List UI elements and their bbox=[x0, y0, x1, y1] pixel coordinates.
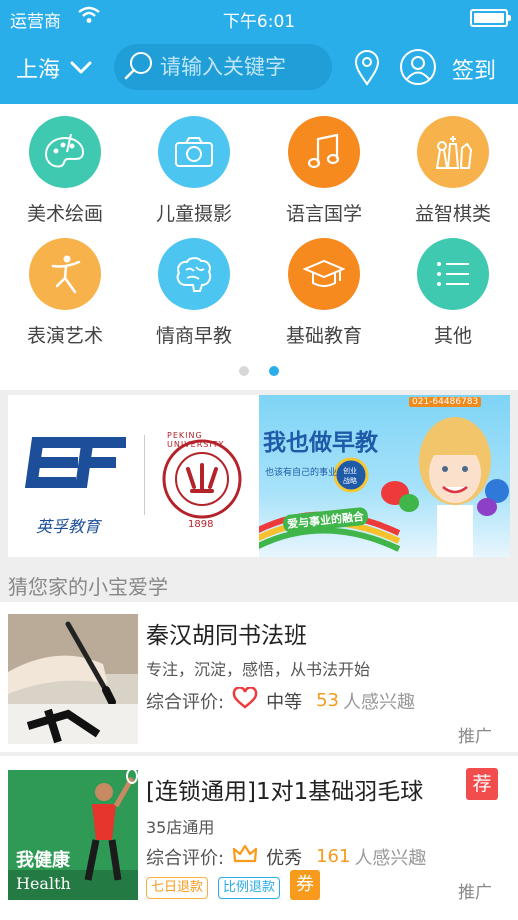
ef-caption: 英孚教育 bbox=[36, 517, 101, 536]
banner-ef-pku[interactable]: 英孚教育 PEKING UNIVERSITY 1898 bbox=[8, 395, 258, 557]
page-indicator bbox=[0, 366, 518, 376]
promo-label: 推广 bbox=[458, 883, 492, 903]
listing-title: 秦汉胡同书法班 bbox=[146, 623, 307, 649]
section-title: 猜您家的小宝爱学 bbox=[8, 575, 168, 599]
page-dot[interactable] bbox=[239, 366, 249, 376]
banner-carousel: 英孚教育 PEKING UNIVERSITY 1898 021-64486783 bbox=[8, 395, 510, 557]
interest-text: 人感兴趣 bbox=[354, 847, 427, 869]
thumb-subtext: Health bbox=[16, 874, 71, 893]
category-label: 美术绘画 bbox=[26, 203, 103, 225]
listing-rating: 综合评价: 中等 53 人感兴趣 bbox=[146, 686, 415, 714]
category-label: 情商早教 bbox=[155, 325, 232, 347]
search-bar[interactable] bbox=[114, 44, 332, 90]
status-bar: 运营商 下午6:01 bbox=[0, 0, 518, 34]
listing-card[interactable]: 我健康 Health [连锁通用]1对1基础羽毛球 荐 35店通用 综合评价: … bbox=[0, 756, 518, 920]
refund-tag-seven-day: 七日退款 bbox=[146, 877, 209, 899]
category-label: 基础教育 bbox=[285, 325, 362, 347]
music-note-icon bbox=[288, 116, 360, 188]
badge-top: 创业 bbox=[343, 467, 357, 475]
category-other[interactable]: 其他 bbox=[388, 238, 518, 348]
pku-arc-text: PEKING UNIVERSITY bbox=[167, 431, 225, 449]
category-performance[interactable]: 表演艺术 bbox=[0, 238, 130, 348]
category-basic-education[interactable]: 基础教育 bbox=[259, 238, 389, 348]
brain-icon bbox=[158, 238, 230, 310]
palette-icon bbox=[29, 116, 101, 188]
chevron-down-icon bbox=[70, 56, 92, 81]
banner-subline: 也该有自己的事业了 bbox=[265, 468, 347, 478]
pku-year: 1898 bbox=[188, 519, 214, 530]
rating-value: 优秀 bbox=[266, 847, 303, 869]
coupon-badge: 券 bbox=[290, 870, 320, 900]
category-eq[interactable]: 情商早教 bbox=[129, 238, 259, 348]
user-icon[interactable] bbox=[399, 48, 437, 90]
category-label: 益智棋类 bbox=[414, 203, 491, 225]
category-label: 其他 bbox=[433, 325, 472, 347]
heart-icon bbox=[232, 686, 258, 714]
rating-label: 综合评价: bbox=[146, 847, 225, 869]
category-label: 儿童摄影 bbox=[155, 203, 232, 225]
listing-thumbnail: 我健康 Health bbox=[8, 770, 138, 900]
listing-title: [连锁通用]1对1基础羽毛球 bbox=[146, 779, 424, 805]
app-header: 运营商 下午6:01 上海 签到 bbox=[0, 0, 518, 104]
category-grid: 美术绘画 儿童摄影 语言国学 益智棋类 表演艺术 情商早教 基础教育 其他 bbox=[0, 104, 518, 390]
rating-label: 综合评价: bbox=[146, 691, 225, 713]
category-art[interactable]: 美术绘画 bbox=[0, 116, 130, 226]
listing-thumbnail bbox=[8, 614, 138, 744]
banner-early-education[interactable]: 021-64486783 我也做早教 也该有自己的事业了 创业 战略 爱与事业的… bbox=[259, 395, 510, 557]
interest-text: 人感兴趣 bbox=[342, 691, 415, 713]
thumb-text: 我健康 bbox=[16, 850, 70, 871]
refund-tag-proportional: 比例退款 bbox=[218, 877, 281, 899]
battery-icon bbox=[470, 9, 511, 27]
dancer-icon bbox=[29, 238, 101, 310]
location-pin-icon[interactable] bbox=[354, 50, 380, 90]
signin-button[interactable]: 签到 bbox=[452, 53, 496, 85]
list-icon bbox=[417, 238, 489, 310]
interest-count: 161 bbox=[316, 846, 351, 867]
recommend-badge: 荐 bbox=[466, 768, 498, 800]
search-input[interactable] bbox=[158, 54, 332, 80]
page-dot-active[interactable] bbox=[269, 366, 279, 376]
graduation-cap-icon bbox=[288, 238, 360, 310]
camera-icon bbox=[158, 116, 230, 188]
crown-icon bbox=[232, 843, 258, 870]
promo-label: 推广 bbox=[458, 727, 492, 747]
search-icon bbox=[124, 50, 154, 84]
rating-value: 中等 bbox=[266, 691, 303, 713]
listing-card[interactable]: 秦汉胡同书法班 专注，沉淀，感悟，从书法开始 综合评价: 中等 53 人感兴趣 … bbox=[0, 602, 518, 752]
listing-description: 35店通用 bbox=[146, 818, 215, 837]
category-label: 表演艺术 bbox=[26, 325, 103, 347]
interest-count: 53 bbox=[316, 690, 339, 711]
category-photo[interactable]: 儿童摄影 bbox=[129, 116, 259, 226]
badge-bottom: 战略 bbox=[343, 477, 357, 485]
listing-rating: 综合评价: 优秀 161 人感兴趣 bbox=[146, 843, 426, 870]
clock: 下午6:01 bbox=[222, 12, 296, 32]
category-language[interactable]: 语言国学 bbox=[259, 116, 389, 226]
category-label: 语言国学 bbox=[285, 203, 362, 225]
city-selector[interactable]: 上海 bbox=[16, 52, 92, 84]
city-label: 上海 bbox=[16, 58, 61, 83]
banner-headline: 我也做早教 bbox=[263, 430, 378, 456]
category-chess[interactable]: 益智棋类 bbox=[388, 116, 518, 226]
chess-icon bbox=[417, 116, 489, 188]
listing-description: 专注，沉淀，感悟，从书法开始 bbox=[146, 660, 371, 679]
